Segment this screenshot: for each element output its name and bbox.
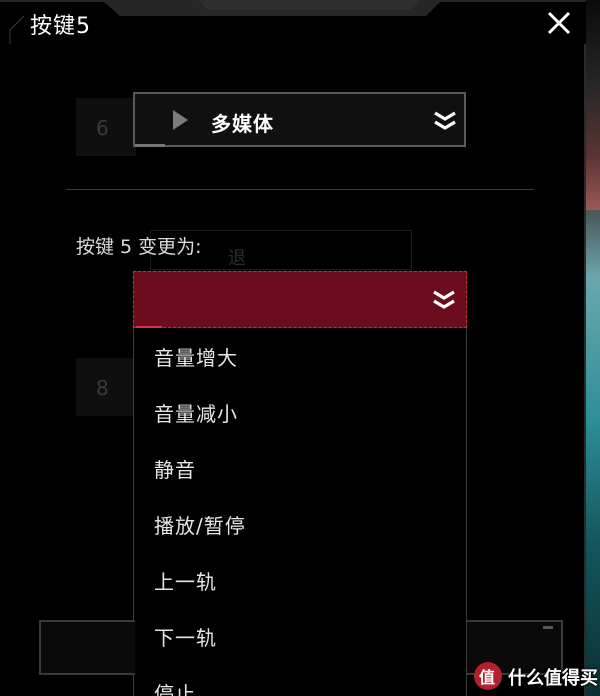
option-label: 停止 [154, 682, 196, 696]
watermark-logo-text: 值 [479, 668, 496, 687]
dropdown-option-mute[interactable]: 静音 [134, 440, 466, 496]
action-select[interactable] [133, 271, 467, 329]
background-field-text: 退 [228, 248, 246, 269]
title-bar: 按键5 [0, 0, 586, 44]
section-divider [66, 189, 534, 190]
option-label: 音量减小 [154, 402, 238, 426]
dropdown-option-previous-track[interactable]: 上一轨 [134, 552, 466, 608]
action-dropdown-list: 音量增大 音量减小 静音 播放/暂停 上一轨 下一轨 停止 [133, 328, 467, 696]
dropdown-option-play-pause[interactable]: 播放/暂停 [134, 496, 466, 552]
change-to-label: 按键 5 变更为: [76, 236, 202, 258]
category-select-value: 多媒体 [211, 112, 274, 136]
dropdown-option-next-track[interactable]: 下一轨 [134, 608, 466, 664]
background-photo-top [586, 0, 600, 210]
option-label: 音量增大 [154, 346, 238, 370]
watermark-text: 什么值得买 [508, 668, 598, 689]
play-icon [173, 110, 188, 130]
double-chevron-down-icon [433, 290, 455, 309]
dropdown-option-stop[interactable]: 停止 [134, 664, 466, 696]
dropdown-option-volume-down[interactable]: 音量减小 [134, 384, 466, 440]
option-label: 下一轨 [154, 626, 217, 650]
key-remap-dialog: 按键5 6 8 多媒体 退 按键 5 变更为: 音量增大 音量减小 静音 播放/… [0, 0, 586, 696]
bottom-left-button[interactable] [39, 620, 135, 675]
watermark: 值 什么值得买 [470, 660, 600, 696]
option-label: 播放/暂停 [154, 514, 246, 538]
category-select[interactable]: 多媒体 [133, 92, 466, 147]
button-accent [543, 626, 553, 629]
option-label: 上一轨 [154, 570, 217, 594]
background-row-6-label: 6 [96, 116, 109, 140]
select-accent [135, 144, 165, 147]
dropdown-option-volume-up[interactable]: 音量增大 [134, 328, 466, 384]
double-chevron-down-icon [434, 111, 456, 130]
option-label: 静音 [154, 458, 196, 482]
background-row-8-label: 8 [96, 376, 109, 400]
dialog-title: 按键5 [30, 14, 91, 39]
close-icon[interactable] [544, 8, 574, 38]
